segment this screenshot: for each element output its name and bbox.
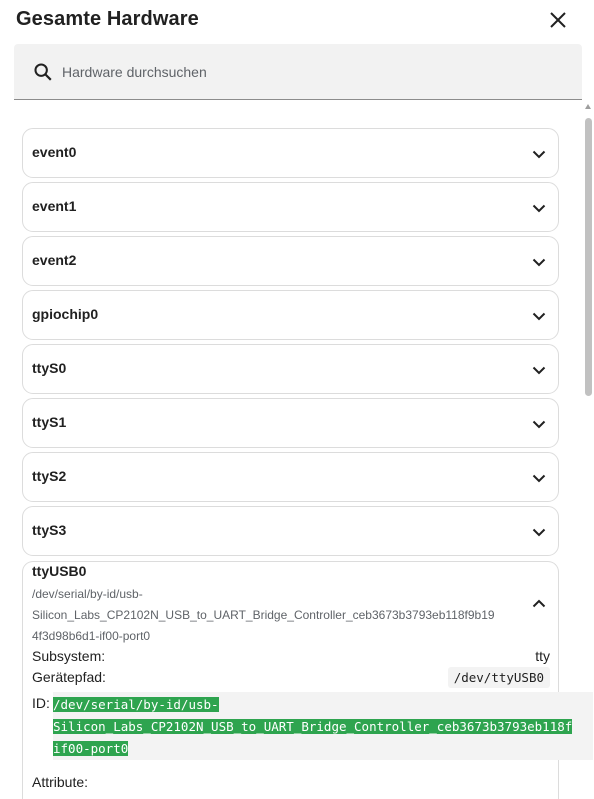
devpath-value: /dev/ttyUSB0 [447, 667, 550, 688]
device-item-ttyS3[interactable]: ttyS3 [22, 506, 559, 556]
device-item-event0[interactable]: event0 [22, 128, 559, 178]
close-button[interactable] [544, 6, 572, 34]
subsystem-label: Subsystem: [32, 648, 106, 664]
device-label: gpiochip0 [32, 306, 99, 322]
hardware-dialog: Gesamte Hardware event0 event1 event2 g [0, 0, 594, 799]
scroll-up-arrow-icon[interactable] [585, 104, 591, 109]
attributes-label: Attribute: [32, 774, 89, 790]
device-item-ttyS0[interactable]: ttyS0 [22, 344, 559, 394]
scrollbar-thumb[interactable] [585, 118, 592, 396]
device-label: event0 [32, 144, 77, 160]
device-item-event1[interactable]: event1 [22, 182, 559, 232]
id-label: ID: [32, 695, 50, 711]
scrollbar[interactable] [582, 100, 594, 799]
device-label: ttyUSB0 [32, 563, 87, 579]
subsystem-value: tty [535, 648, 550, 664]
search-field[interactable] [14, 44, 582, 100]
device-item-ttyS1[interactable]: ttyS1 [22, 398, 559, 448]
chevron-down-icon [532, 150, 546, 159]
device-label: ttyS1 [32, 414, 67, 430]
id-value-box: /dev/serial/by-id/usb- Silicon_Labs_CP21… [53, 692, 593, 760]
chevron-down-icon [532, 312, 546, 321]
device-label: ttyS0 [32, 360, 67, 376]
id-line: /dev/serial/by-id/usb- [53, 697, 219, 712]
device-label: ttyS3 [32, 522, 67, 538]
dialog-title: Gesamte Hardware [16, 8, 199, 30]
device-list: event0 event1 event2 gpiochip0 ttyS0 tty… [0, 100, 594, 799]
device-by-id-path-line: 4f3d98b6d1-if00-port0 [32, 629, 151, 643]
device-item-ttyUSB0-expanded[interactable]: ttyUSB0 /dev/serial/by-id/usb- Silicon_L… [22, 561, 593, 799]
close-icon [550, 12, 566, 28]
search-icon [34, 63, 52, 81]
chevron-down-icon [532, 204, 546, 213]
device-label: ttyS2 [32, 468, 67, 484]
device-by-id-path: /dev/serial/by-id/usb- Silicon_Labs_CP21… [32, 584, 532, 647]
device-item-event2[interactable]: event2 [22, 236, 559, 286]
device-label: event2 [32, 252, 77, 268]
id-line: if00-port0 [53, 741, 129, 756]
devpath-label: Gerätepfad: [32, 669, 106, 685]
chevron-down-icon [532, 474, 546, 483]
id-line: Silicon_Labs_CP2102N_USB_to_UART_Bridge_… [53, 719, 573, 734]
chevron-down-icon [532, 420, 546, 429]
chevron-down-icon [532, 528, 546, 537]
chevron-up-icon[interactable] [530, 595, 548, 613]
chevron-down-icon [532, 258, 546, 267]
device-label: event1 [32, 198, 77, 214]
device-item-ttyS2[interactable]: ttyS2 [22, 452, 559, 502]
device-by-id-path-line: /dev/serial/by-id/usb- [32, 587, 143, 601]
search-input[interactable] [62, 52, 562, 92]
dialog-header: Gesamte Hardware [0, 0, 594, 42]
id-value: /dev/serial/by-id/usb- Silicon_Labs_CP21… [53, 694, 594, 760]
device-by-id-path-line: Silicon_Labs_CP2102N_USB_to_UART_Bridge_… [32, 608, 495, 622]
chevron-down-icon [532, 366, 546, 375]
device-item-gpiochip0[interactable]: gpiochip0 [22, 290, 559, 340]
